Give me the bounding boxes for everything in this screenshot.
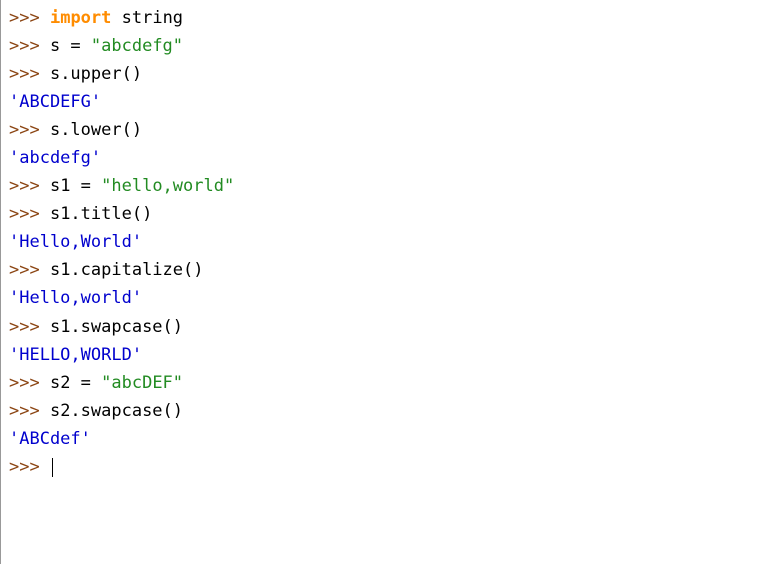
repl-line: >>> s1 = "hello,world"	[9, 172, 782, 200]
prompt: >>>	[9, 317, 40, 337]
code-text: s =	[40, 36, 91, 56]
code-text: s.upper()	[40, 64, 142, 84]
repl-line: >>> s1.swapcase()	[9, 313, 782, 341]
code-text	[40, 457, 50, 477]
output-text: 'ABCdef'	[9, 429, 91, 449]
string-literal: "hello,world"	[101, 176, 234, 196]
repl-output: 'abcdefg'	[9, 144, 782, 172]
string-literal: "abcdefg"	[91, 36, 183, 56]
repl-line: >>> s = "abcdefg"	[9, 32, 782, 60]
prompt: >>>	[9, 457, 40, 477]
code-text: s1.title()	[40, 204, 153, 224]
cursor-icon	[52, 458, 53, 477]
output-text: 'Hello,World'	[9, 232, 142, 252]
repl-line: >>> s2 = "abcDEF"	[9, 369, 782, 397]
prompt: >>>	[9, 36, 40, 56]
repl-line: >>> s.upper()	[9, 60, 782, 88]
code-text: s.lower()	[40, 120, 142, 140]
prompt: >>>	[9, 204, 40, 224]
output-text: 'Hello,world'	[9, 288, 142, 308]
prompt: >>>	[9, 401, 40, 421]
repl-output: 'ABCdef'	[9, 425, 782, 453]
repl-output: 'Hello,world'	[9, 284, 782, 312]
prompt: >>>	[9, 373, 40, 393]
prompt: >>>	[9, 8, 40, 28]
repl-line[interactable]: >>>	[9, 453, 782, 481]
repl-line: >>> s.lower()	[9, 116, 782, 144]
module-name: string	[111, 8, 183, 28]
string-literal: "abcDEF"	[101, 373, 183, 393]
code-text	[40, 8, 50, 28]
repl-output: 'ABCDEFG'	[9, 88, 782, 116]
code-text: s1 =	[40, 176, 101, 196]
repl-line: >>> import string	[9, 4, 782, 32]
output-text: 'abcdefg'	[9, 148, 101, 168]
output-text: 'HELLO,WORLD'	[9, 345, 142, 365]
repl-line: >>> s1.capitalize()	[9, 256, 782, 284]
code-text: s2.swapcase()	[40, 401, 183, 421]
prompt: >>>	[9, 120, 40, 140]
code-text: s1.swapcase()	[40, 317, 183, 337]
code-text: s2 =	[40, 373, 101, 393]
repl-line: >>> s1.title()	[9, 200, 782, 228]
code-text: s1.capitalize()	[40, 260, 204, 280]
repl-output: 'HELLO,WORLD'	[9, 341, 782, 369]
prompt: >>>	[9, 64, 40, 84]
keyword-import: import	[50, 8, 111, 28]
output-text: 'ABCDEFG'	[9, 92, 101, 112]
prompt: >>>	[9, 260, 40, 280]
prompt: >>>	[9, 176, 40, 196]
repl-line: >>> s2.swapcase()	[9, 397, 782, 425]
python-repl: >>> import string >>> s = "abcdefg" >>> …	[0, 0, 782, 564]
repl-output: 'Hello,World'	[9, 228, 782, 256]
